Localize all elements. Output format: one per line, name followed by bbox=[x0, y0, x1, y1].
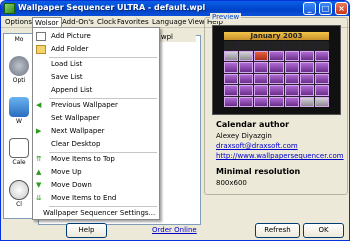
app-icon bbox=[4, 3, 15, 14]
menu-move-items-to-top[interactable]: ⇈ Move Items to Top bbox=[33, 154, 159, 165]
menu-add-picture[interactable]: Add Picture bbox=[33, 31, 159, 42]
sidebar-item-label: Cale bbox=[12, 159, 26, 166]
menu-settings[interactable]: Wallpaper Sequencer Settings... bbox=[33, 208, 159, 219]
order-online-link[interactable]: Order Online bbox=[152, 226, 197, 234]
menu-clear-desktop[interactable]: Clear Desktop bbox=[33, 139, 159, 150]
author-website-link[interactable]: http://www.wallpapersequencer.com bbox=[216, 152, 344, 160]
menu-previous-wallpaper[interactable]: ◀ Previous Wallpaper bbox=[33, 100, 159, 111]
menu-move-items-to-end[interactable]: ⇊ Move Items to End bbox=[33, 193, 159, 204]
arrow-left-icon: ◀ bbox=[36, 101, 42, 109]
maximize-button[interactable]: □ bbox=[319, 2, 332, 15]
menu-separator bbox=[49, 98, 157, 99]
arrow-up-icon: ▲ bbox=[36, 168, 42, 176]
menu-move-up[interactable]: ▲ Move Up bbox=[33, 167, 159, 178]
sidebar-item-calendar[interactable]: Cale bbox=[4, 138, 34, 166]
sidebar-item-label: Opti bbox=[12, 77, 26, 84]
clock-icon bbox=[9, 180, 29, 200]
menu-item-label: Move Items to Top bbox=[51, 155, 115, 163]
menu-item-label: Previous Wallpaper bbox=[51, 101, 118, 109]
picture-icon bbox=[9, 97, 29, 117]
menu-item-label: Clear Desktop bbox=[51, 140, 101, 148]
ok-button[interactable]: OK bbox=[303, 223, 344, 238]
refresh-button[interactable]: Refresh bbox=[255, 223, 300, 238]
arrow-down-icon: ▼ bbox=[36, 181, 42, 189]
menu-separator bbox=[49, 206, 157, 207]
resolution-value: 800x600 bbox=[216, 179, 247, 187]
menu-item-label: Save List bbox=[51, 73, 83, 81]
author-name: Alexey Diyazgin bbox=[216, 132, 272, 140]
window-title: Wallpaper Sequencer ULTRA - default.wpl bbox=[18, 3, 206, 12]
menu-item-label: Move Up bbox=[51, 168, 82, 176]
author-heading: Calendar author bbox=[216, 120, 290, 129]
minimize-button[interactable]: _ bbox=[303, 2, 316, 15]
gear-icon bbox=[9, 56, 29, 76]
close-button[interactable]: × bbox=[335, 2, 348, 15]
arrow-bottom-icon: ⇊ bbox=[36, 194, 42, 202]
menu-separator bbox=[49, 57, 157, 58]
resolution-heading: Minimal resolution bbox=[216, 167, 301, 176]
calendar-icon bbox=[9, 138, 29, 158]
menu-item-label: Add Folder bbox=[51, 45, 89, 53]
calendar-title: January 2003 bbox=[224, 32, 329, 40]
menu-item-label: Append List bbox=[51, 86, 93, 94]
menu-item-label: Load List bbox=[51, 60, 83, 68]
menu-move-down[interactable]: ▼ Move Down bbox=[33, 180, 159, 191]
sidebar-item-mode[interactable]: Mo bbox=[4, 36, 34, 43]
sidebar-item-wallpapers[interactable]: W bbox=[4, 97, 34, 125]
menu-item-label: Move Items to End bbox=[51, 194, 117, 202]
preview-label: Preview bbox=[210, 13, 242, 21]
menu-set-wallpaper[interactable]: Set Wallpaper bbox=[33, 113, 159, 124]
sidebar-item-options[interactable]: Opti bbox=[4, 56, 34, 84]
menu-item-label: Add Picture bbox=[51, 32, 91, 40]
sidebar-item-label: Cl bbox=[16, 201, 22, 208]
menu-separator bbox=[49, 152, 157, 153]
menu-options[interactable]: Options bbox=[3, 17, 34, 28]
wolsor-dropdown-menu: Add Picture Add Folder Load List Save Li… bbox=[32, 27, 160, 220]
author-email-link[interactable]: draxsoft@draxsoft.com bbox=[216, 142, 298, 150]
add-picture-icon bbox=[36, 32, 46, 41]
menu-add-folder[interactable]: Add Folder bbox=[33, 44, 159, 55]
menu-append-list[interactable]: Append List bbox=[33, 85, 159, 96]
folder-icon bbox=[36, 45, 46, 54]
calendar-grid bbox=[224, 41, 329, 107]
menu-item-label: Next Wallpaper bbox=[51, 127, 105, 135]
help-button[interactable]: Help bbox=[66, 223, 107, 238]
sidebar-item-label: Mo bbox=[14, 36, 24, 43]
arrow-top-icon: ⇈ bbox=[36, 155, 42, 163]
menu-item-label: Set Wallpaper bbox=[51, 114, 100, 122]
title-bar[interactable]: Wallpaper Sequencer ULTRA - default.wpl … bbox=[1, 1, 349, 16]
sidebar: Mo Opti W Cale Cl bbox=[3, 33, 35, 219]
menu-item-label: Wallpaper Sequencer Settings... bbox=[43, 209, 156, 217]
menu-next-wallpaper[interactable]: ▶ Next Wallpaper bbox=[33, 126, 159, 137]
menu-item-label: Move Down bbox=[51, 181, 92, 189]
menu-save-list[interactable]: Save List bbox=[33, 72, 159, 83]
menu-load-list[interactable]: Load List bbox=[33, 59, 159, 70]
sidebar-item-clock[interactable]: Cl bbox=[4, 180, 34, 208]
bottom-bar: Help Order Online Refresh OK bbox=[1, 223, 349, 240]
arrow-right-icon: ▶ bbox=[36, 127, 42, 135]
sidebar-item-label: W bbox=[16, 118, 22, 125]
